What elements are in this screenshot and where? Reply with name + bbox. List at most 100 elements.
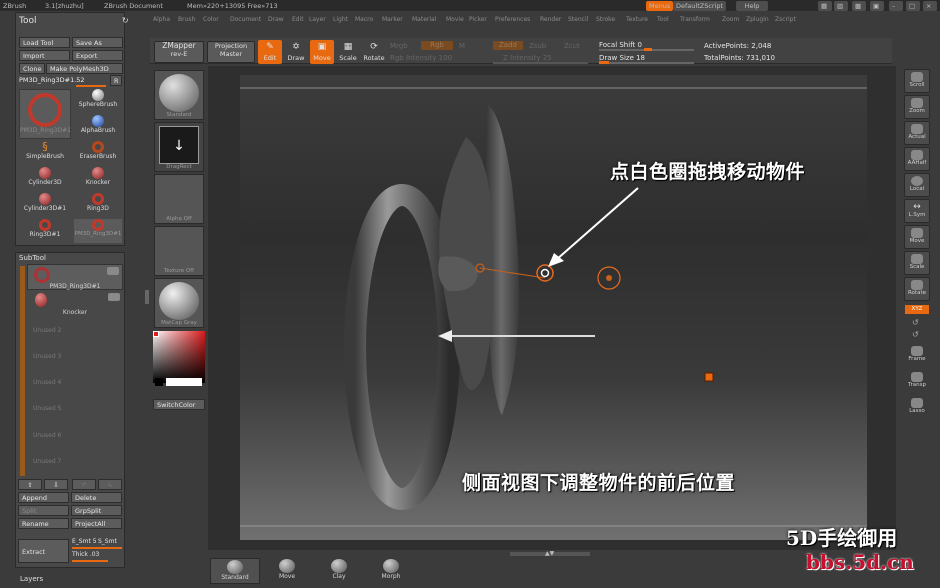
tool-cylinder3d[interactable]: Cylinder3D [19, 167, 71, 191]
rotate-button[interactable]: ⟳ Rotate [362, 40, 386, 64]
menu-edit[interactable]: Edit [292, 16, 304, 23]
move-button[interactable]: ▣ Move [310, 40, 334, 64]
arrow-down-alt-icon[interactable]: ↳ [98, 479, 122, 490]
tool-simple-brush[interactable]: § SimpleBrush [19, 141, 71, 165]
extract-button[interactable]: Extract [18, 539, 69, 563]
morph-brush-button[interactable]: Morph [366, 558, 416, 584]
arrow-down-icon[interactable]: ⇩ [44, 479, 68, 490]
menu-tool[interactable]: Tool [657, 16, 669, 23]
subtool-item-2[interactable]: Unused 2 [27, 318, 123, 344]
subtool-item-5[interactable]: Unused 5 [27, 396, 123, 422]
mrgb-toggle[interactable]: Mrgb [390, 42, 408, 50]
layers-label[interactable]: Layers [20, 575, 43, 583]
zoom-button[interactable]: Zoom [904, 95, 930, 119]
subtool-item-7[interactable]: Unused 7 [27, 449, 123, 475]
local-button[interactable]: Local [904, 173, 930, 197]
menu-zplugin[interactable]: Zplugin [746, 16, 769, 23]
menu-stencil[interactable]: Stencil [568, 16, 588, 23]
subtool-item-6[interactable]: Unused 6 [27, 423, 123, 449]
subtool-item-4[interactable]: Unused 4 [27, 370, 123, 396]
menu-draw[interactable]: Draw [268, 16, 284, 23]
menu-zoom[interactable]: Zoom [722, 16, 739, 23]
rename-button[interactable]: Rename [18, 518, 69, 529]
clay-brush-button[interactable]: Clay [314, 558, 364, 584]
default-zscript-button[interactable]: DefaultZScript [673, 1, 727, 11]
rgb-intensity-slider[interactable]: Rgb Intensity 100 [390, 54, 452, 62]
rotate-z-icon[interactable]: ↺ [912, 330, 919, 339]
visibility-eye-icon[interactable] [108, 293, 120, 301]
import-button[interactable]: Import [19, 50, 70, 61]
subtool-scrollbar[interactable] [20, 266, 25, 476]
menu-transform[interactable]: Transform [680, 16, 710, 23]
menu-picker[interactable]: Picker [469, 16, 487, 23]
tool-cylinder3d-1[interactable]: Cylinder3D#1 [19, 193, 71, 217]
menu-light[interactable]: Light [333, 16, 348, 23]
main-color-swatch[interactable] [166, 378, 202, 386]
rotate-view-button[interactable]: Rotate [904, 277, 930, 301]
tool-pm3d-ring[interactable]: PM3D_Ring3D#1 [74, 219, 122, 243]
export-button[interactable]: Export [72, 50, 123, 61]
menu-layer[interactable]: Layer [309, 16, 326, 23]
make-polymesh-button[interactable]: Make PolyMesh3D [46, 63, 123, 74]
texture-off-tile[interactable]: Texture Off [154, 226, 204, 276]
tool-ring3d-1[interactable]: Ring3D#1 [19, 219, 71, 243]
visibility-eye-icon[interactable] [107, 267, 119, 275]
menu-texture[interactable]: Texture [626, 16, 648, 23]
subtool-item-3[interactable]: Unused 3 [27, 344, 123, 370]
scale-button[interactable]: ▦ Scale [336, 40, 360, 64]
layout-icon[interactable]: ▦ [818, 1, 832, 11]
focal-shift-knob[interactable] [644, 48, 652, 51]
marker-square[interactable] [704, 372, 714, 382]
tool-thumb-main[interactable]: PM3D_Ring3D#1 [19, 89, 71, 139]
menus-button[interactable]: Menus [646, 1, 674, 11]
menu-material[interactable]: Material [412, 16, 436, 23]
thick-slider[interactable]: Thick .03 [72, 551, 122, 560]
arrow-up-icon[interactable]: ⇧ [18, 479, 42, 490]
zmapper-button[interactable]: ZMapper rev-E [154, 41, 204, 63]
palette-icon[interactable]: ▩ [852, 1, 866, 11]
rgb-toggle[interactable]: Rgb [421, 41, 453, 50]
z-intensity-slider[interactable]: Z Intensity 25 [503, 54, 552, 62]
stroke-dragrect-tile[interactable]: ↓ DragRect [154, 122, 204, 172]
scale-view-button[interactable]: Scale [904, 251, 930, 275]
menu-render[interactable]: Render [540, 16, 561, 23]
edit-button[interactable]: ✎ Edit [258, 40, 282, 64]
clone-button[interactable]: Clone [19, 63, 45, 74]
tool-alpha-brush[interactable]: AlphaBrush [74, 115, 122, 139]
ring-object[interactable] [344, 184, 460, 510]
left-tray-handle[interactable] [145, 290, 149, 304]
move-brush-button[interactable]: Move [262, 558, 312, 584]
aahalf-button[interactable]: AAHalf [904, 147, 930, 171]
tool-sphere-brush[interactable]: SphereBrush [74, 89, 122, 113]
layout-alt-icon[interactable]: ▧ [834, 1, 848, 11]
toggle-icon[interactable]: ▣ [870, 1, 884, 11]
rotate-y-icon[interactable]: ↺ [912, 318, 919, 327]
menu-movie[interactable]: Movie [446, 16, 464, 23]
menu-stroke[interactable]: Stroke [596, 16, 615, 23]
switch-color-button[interactable]: SwitchColor [153, 399, 205, 410]
append-button[interactable]: Append [18, 492, 69, 503]
scroll-button[interactable]: Scroll [904, 69, 930, 93]
tool-knocker[interactable]: Knocker [74, 167, 122, 191]
delete-button[interactable]: Delete [71, 492, 122, 503]
alpha-off-tile[interactable]: Alpha Off [154, 174, 204, 224]
refresh-icon[interactable]: ↻ [122, 16, 129, 25]
help-button[interactable]: Help [736, 1, 768, 11]
transp-button[interactable]: Transp [904, 370, 930, 394]
projection-master-button[interactable]: Projection Master [207, 41, 255, 63]
subtool-item-1[interactable]: Knocker [27, 291, 123, 317]
lsym-button[interactable]: ↔ L.Sym [904, 199, 930, 223]
maximize-icon[interactable]: □ [906, 1, 920, 11]
menu-zscript[interactable]: Zscript [775, 16, 796, 23]
menu-alpha[interactable]: Alpha [153, 16, 170, 23]
arrow-up-alt-icon[interactable]: ↱ [72, 479, 96, 490]
secondary-color-swatch[interactable] [155, 378, 163, 386]
r-button[interactable]: R [110, 75, 122, 86]
zsub-toggle[interactable]: Zsub [529, 42, 546, 50]
tool-eraser-brush[interactable]: EraserBrush [74, 141, 122, 165]
save-as-button[interactable]: Save As [72, 37, 123, 48]
menu-brush[interactable]: Brush [178, 16, 195, 23]
transpose-white-circle[interactable] [540, 268, 550, 278]
grpsplit-button[interactable]: GrpSplit [71, 505, 122, 516]
move-view-button[interactable]: Move [904, 225, 930, 249]
